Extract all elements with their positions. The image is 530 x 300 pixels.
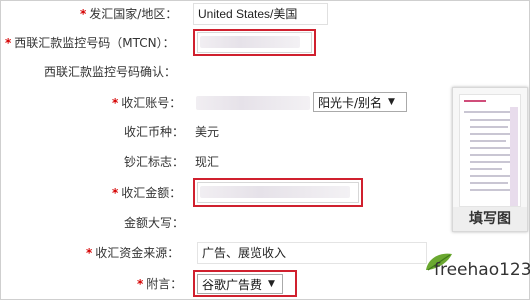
amount-upper-label-text: 金额大写 [124,216,173,230]
cash-flag-label: 钞汇标志： [124,155,185,169]
required-marker: * [137,277,144,291]
watermark-text: freehao123 [434,260,530,280]
country-label: * 发汇国家/地区： [80,7,178,21]
note-value: 谷歌广告费 [202,277,263,292]
source-value: 广告、展览收入 [202,246,287,260]
country-value: United States/美国 [198,7,298,21]
account-label: * 收汇账号： [112,96,182,110]
amount-label-text: 收汇金额 [121,186,170,200]
note-label: * 附言： [137,277,183,291]
country-label-text: 发汇国家/地区 [89,7,166,21]
amount-label: * 收汇金额： [112,186,182,200]
amount-masked-value [200,186,350,198]
currency-value: 美元 [195,125,220,139]
mtcn-masked-value [200,36,300,48]
required-marker: * [80,7,87,21]
chevron-down-icon: ▼ [268,279,275,289]
currency-label: 收汇币种： [124,125,185,139]
cash-flag-label-text: 钞汇标志 [124,155,173,169]
account-masked-value [196,96,310,110]
required-marker: * [86,246,93,260]
mtcn-label-text: 西联汇款监控号码（MTCN） [14,36,163,50]
account-type-value: 阳光卡/别名 [318,95,383,110]
mtcn-label: * 西联汇款监控号码（MTCN）： [5,36,175,50]
required-marker: * [112,186,119,200]
account-type-select[interactable]: 阳光卡/别名 ▼ [313,92,407,112]
currency-label-text: 收汇币种 [124,125,173,139]
chevron-down-icon: ▼ [388,97,395,107]
form-preview-thumbnail[interactable]: 填写图 [452,87,528,232]
note-label-text: 附言 [146,277,171,291]
mtcn-confirm-label-text: 西联汇款监控号码确认 [44,65,165,79]
thumbnail-caption: 填写图 [453,207,527,231]
thumbnail-image [459,94,521,207]
account-label-text: 收汇账号 [121,96,170,110]
note-select[interactable]: 谷歌广告费 ▼ [197,274,283,294]
cash-flag-value: 现汇 [195,155,220,169]
watermark-logo: freehao123 [422,248,530,292]
amount-upper-label: 金额大写： [124,216,185,230]
country-field[interactable]: United States/美国 [193,3,328,25]
source-label: * 收汇资金来源： [86,246,180,260]
mtcn-confirm-label: 西联汇款监控号码确认： [44,65,177,79]
required-marker: * [5,36,12,50]
source-label-text: 收汇资金来源 [95,246,168,260]
source-input[interactable]: 广告、展览收入 [197,242,427,264]
required-marker: * [112,96,119,110]
